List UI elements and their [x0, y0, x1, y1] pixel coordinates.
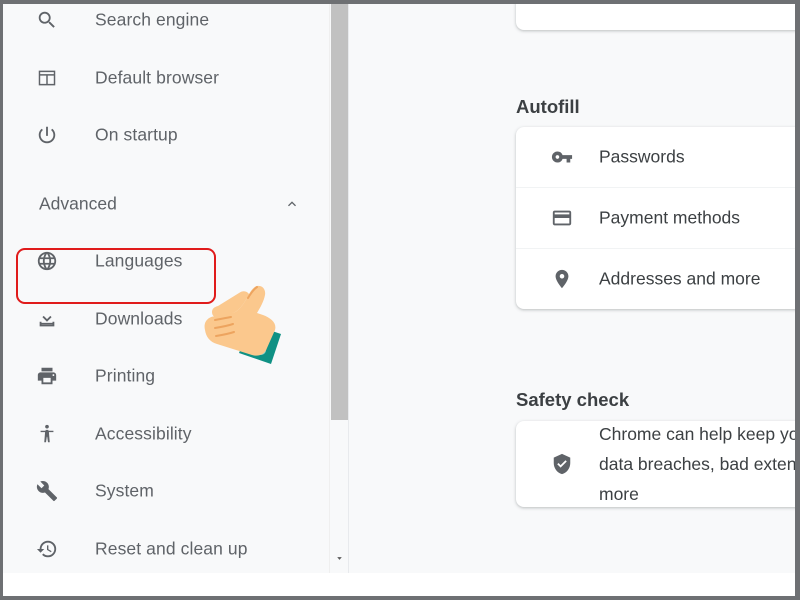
sidebar-section-advanced[interactable]: Advanced — [3, 184, 326, 224]
shield-check-icon — [551, 453, 573, 475]
search-icon — [36, 9, 58, 31]
key-icon — [551, 146, 573, 168]
settings-row-label: Chrome can help keep you safe from data … — [599, 424, 795, 504]
sidebar-item-languages[interactable]: Languages — [3, 241, 326, 281]
wrench-icon — [36, 480, 58, 502]
sidebar-item-system[interactable]: System — [3, 471, 326, 511]
settings-row-label: Addresses and more — [599, 268, 761, 289]
sidebar-item-printing[interactable]: Printing — [3, 356, 326, 396]
sidebar-item-downloads[interactable]: Downloads — [3, 299, 326, 339]
sidebar-item-label: Downloads — [95, 308, 183, 329]
autofill-card: Passwords Payment methods Addresses and … — [516, 127, 795, 309]
sidebar-item-label: Reset and clean up — [95, 538, 248, 559]
sidebar-item-label: Search engine — [95, 9, 210, 30]
location-pin-icon — [551, 268, 573, 290]
scrollbar-thumb[interactable] — [331, 4, 348, 420]
settings-page: Search engine Default browser On startup… — [3, 4, 795, 573]
sidebar-item-label: On startup — [95, 124, 178, 145]
restore-icon — [36, 538, 58, 560]
settings-row-label: Passwords — [599, 146, 685, 167]
sidebar-item-accessibility[interactable]: Accessibility — [3, 414, 326, 454]
sidebar-item-label: System — [95, 480, 154, 501]
sidebar-scrollbar[interactable] — [329, 4, 348, 573]
sidebar-item-reset-and-clean-up[interactable]: Reset and clean up — [3, 529, 326, 569]
printer-icon — [36, 365, 58, 387]
settings-row-label: Payment methods — [599, 207, 741, 228]
browser-window: Search engine Default browser On startup… — [0, 0, 800, 600]
settings-row-passwords[interactable]: Passwords — [516, 127, 795, 187]
download-icon — [36, 308, 58, 330]
power-icon — [36, 124, 58, 146]
credit-card-icon — [551, 207, 573, 229]
sidebar-section-label: Advanced — [39, 193, 117, 214]
section-heading-safety-check: Safety check — [516, 389, 630, 411]
section-heading-autofill: Autofill — [516, 96, 580, 118]
settings-row-addresses-and-more[interactable]: Addresses and more — [516, 248, 795, 309]
browser-icon — [36, 67, 58, 89]
accessibility-icon — [36, 423, 58, 445]
partial-card-above — [516, 4, 795, 30]
settings-row-payment-methods[interactable]: Payment methods — [516, 187, 795, 248]
chevron-up-icon[interactable] — [284, 196, 300, 212]
settings-content: Autofill Passwords Payment methods Addre… — [349, 4, 795, 573]
sidebar-item-default-browser[interactable]: Default browser — [3, 58, 326, 98]
chevron-down-icon[interactable] — [330, 549, 349, 567]
settings-sidebar: Search engine Default browser On startup… — [3, 4, 326, 573]
sidebar-item-search-engine[interactable]: Search engine — [3, 4, 326, 40]
safety-check-card: Chrome can help keep you safe from data … — [516, 421, 795, 507]
settings-row-safety-check[interactable]: Chrome can help keep you safe from data … — [516, 421, 795, 507]
sidebar-item-label: Default browser — [95, 67, 220, 88]
sidebar-item-label: Printing — [95, 365, 156, 386]
globe-icon — [36, 250, 58, 272]
sidebar-item-label: Languages — [95, 250, 183, 271]
sidebar-item-on-startup[interactable]: On startup — [3, 115, 326, 155]
sidebar-item-label: Accessibility — [95, 423, 192, 444]
